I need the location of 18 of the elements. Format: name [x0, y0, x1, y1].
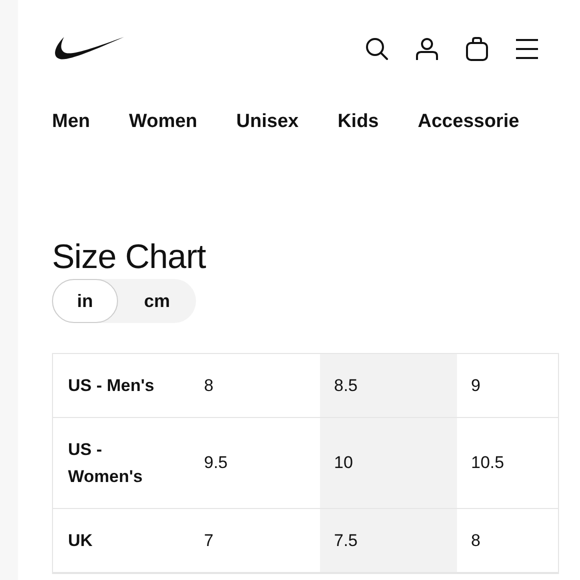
table-cell: 7.5: [320, 509, 457, 572]
unit-tab[interactable]: cm: [118, 279, 196, 323]
menu-icon[interactable]: [515, 38, 539, 60]
search-icon[interactable]: [365, 37, 389, 61]
table-cell: 10: [320, 418, 457, 508]
row-label: US - Men's: [68, 375, 154, 397]
nav-link[interactable]: Unisex: [236, 111, 299, 133]
nav-link[interactable]: Women: [129, 111, 198, 133]
unit-tab[interactable]: in: [52, 279, 118, 323]
row-label: UK: [68, 530, 93, 552]
page-title: Size Chart: [52, 237, 207, 277]
person-icon[interactable]: [415, 37, 439, 61]
row-label: US - Women's: [68, 439, 144, 488]
nav-link[interactable]: Men: [52, 111, 90, 133]
nav-link[interactable]: Kids: [338, 111, 379, 133]
bag-icon[interactable]: [465, 37, 489, 61]
nav-link[interactable]: Accessorie: [418, 111, 520, 133]
table-cell: 8.5: [320, 354, 457, 417]
